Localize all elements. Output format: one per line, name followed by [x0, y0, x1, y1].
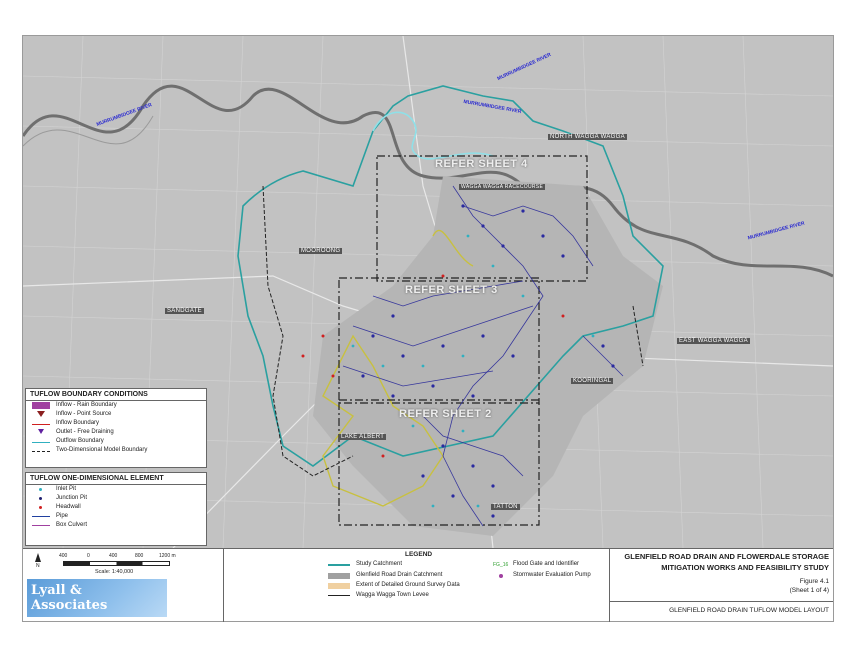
report-title-line1: GLENFIELD ROAD DRAIN AND FLOWERDALE STOR… [624, 552, 829, 561]
flood-gate-symbol: FG_16 [493, 562, 509, 568]
legend-row: Inflow - Rain Boundary [26, 401, 206, 410]
sheet-number: (Sheet 1 of 4) [789, 587, 829, 594]
pump-icon [499, 574, 503, 578]
2d-boundary-icon [32, 451, 50, 452]
map-area[interactable]: REFER SHEET 4 REFER SHEET 3 REFER SHEET … [23, 36, 833, 548]
legend-label: Box Culvert [56, 522, 88, 528]
place-label: WAGGA WAGGA RACECOURSE [459, 184, 546, 190]
legend-label: Flood Gate and Identifier [513, 561, 580, 567]
legend-label: Junction Pit [56, 495, 88, 501]
refer-sheet-2-label[interactable]: REFER SHEET 2 [399, 408, 492, 420]
point-source-icon [37, 411, 45, 417]
place-label: EAST WAGGA WAGGA [677, 338, 750, 344]
title-column: GLENFIELD ROAD DRAIN AND FLOWERDALE STOR… [609, 549, 833, 622]
legend-label: Study Catchment [356, 561, 403, 567]
outlet-icon [38, 429, 44, 434]
scale-tick: 400 [59, 553, 68, 559]
figure-subtitle: GLENFIELD ROAD DRAIN TUFLOW MODEL LAYOUT [669, 607, 829, 614]
legend-row: Outflow Boundary [26, 437, 206, 446]
legend-row: Outlet - Free Draining [26, 428, 206, 437]
boundary-conditions-panel: TUFLOW BOUNDARY CONDITIONS Inflow - Rain… [25, 388, 207, 468]
pipe-icon [32, 516, 50, 517]
one-dimensional-title: TUFLOW ONE-DIMENSIONAL ELEMENT [26, 473, 206, 485]
legend-label: Inflow - Rain Boundary [56, 402, 117, 408]
rain-boundary-icon [32, 402, 50, 409]
legend-label: Outflow Boundary [56, 438, 104, 444]
box-culvert-icon [32, 525, 50, 526]
place-label: LAKE ALBERT [339, 434, 387, 440]
legend-row: Headwall [26, 503, 206, 512]
legend-row: Inflow - Point Source [26, 410, 206, 419]
junction-pit-icon [39, 497, 42, 500]
legend-label: Headwall [56, 504, 81, 510]
report-title-line2: MITIGATION WORKS AND FEASIBILITY STUDY [661, 563, 829, 572]
scale-tick: 400 [109, 553, 118, 559]
legend-label: Inlet Pit [56, 486, 77, 492]
legend-column: LEGEND Study Catchment Glenfield Road Dr… [223, 549, 610, 622]
boundary-conditions-title: TUFLOW BOUNDARY CONDITIONS [26, 389, 206, 401]
legend-label: Wagga Wagga Town Levee [356, 592, 429, 598]
scale-tick: 0 [87, 553, 90, 559]
logo-text-line2: Associates [31, 598, 108, 613]
legend-row: Inflow Boundary [26, 419, 206, 428]
legend-label: Pipe [56, 513, 69, 519]
title-divider [609, 601, 833, 602]
scale-bar [63, 561, 170, 566]
title-block: N 400 0 400 800 1200 m Scale: 1:40,000 L… [23, 548, 833, 622]
survey-extent-symbol [328, 583, 350, 589]
scale-logo-column: N 400 0 400 800 1200 m Scale: 1:40,000 L… [23, 549, 224, 622]
one-dimensional-panel: TUFLOW ONE-DIMENSIONAL ELEMENT Inlet Pit… [25, 472, 207, 546]
figure-sheet: REFER SHEET 4 REFER SHEET 3 REFER SHEET … [22, 35, 834, 622]
place-label: TATTON [491, 504, 520, 510]
logo-text-line1: Lyall & [31, 583, 82, 598]
scale-label: Scale: 1:40,000 [95, 569, 134, 575]
place-label: KOORINGAL [571, 378, 614, 384]
legend-label: Inflow - Point Source [56, 411, 112, 417]
refer-sheet-3-label[interactable]: REFER SHEET 3 [405, 284, 498, 296]
legend-label: Two-Dimensional Model Boundary [56, 447, 148, 453]
north-label: N [36, 563, 40, 569]
legend-row: Two-Dimensional Model Boundary [26, 446, 206, 455]
glenfield-catchment-symbol [328, 573, 350, 579]
north-arrow-icon [35, 553, 41, 562]
inflow-boundary-icon [32, 424, 50, 425]
legend-row: Pipe [26, 512, 206, 521]
outflow-boundary-icon [32, 442, 50, 443]
scale-tick: 1200 m [159, 553, 176, 559]
headwall-icon [39, 506, 42, 509]
legend-label: Glenfield Road Drain Catchment [356, 572, 443, 578]
legend-label: Extent of Detailed Ground Survey Data [356, 582, 460, 588]
legend-row: Box Culvert [26, 521, 206, 530]
legend-row: Inlet Pit [26, 485, 206, 494]
levee-symbol [328, 595, 350, 596]
place-label: SANDGATE [165, 308, 204, 314]
refer-sheet-4-label[interactable]: REFER SHEET 4 [435, 158, 528, 170]
legend-row: Junction Pit [26, 494, 206, 503]
study-catchment-symbol [328, 564, 350, 566]
legend-title: LEGEND [405, 551, 433, 558]
place-label: MOOROONG [299, 248, 343, 254]
legend-label: Stormwater Evaluation Pump [513, 572, 591, 578]
place-label: NORTH WAGGA WAGGA [548, 134, 627, 140]
company-logo: Lyall & Associates [27, 579, 167, 617]
inlet-pit-icon [39, 488, 42, 491]
scale-tick: 800 [135, 553, 144, 559]
legend-label: Inflow Boundary [56, 420, 100, 426]
legend-label: Outlet - Free Draining [56, 429, 114, 435]
figure-number: Figure 4.1 [799, 578, 829, 585]
